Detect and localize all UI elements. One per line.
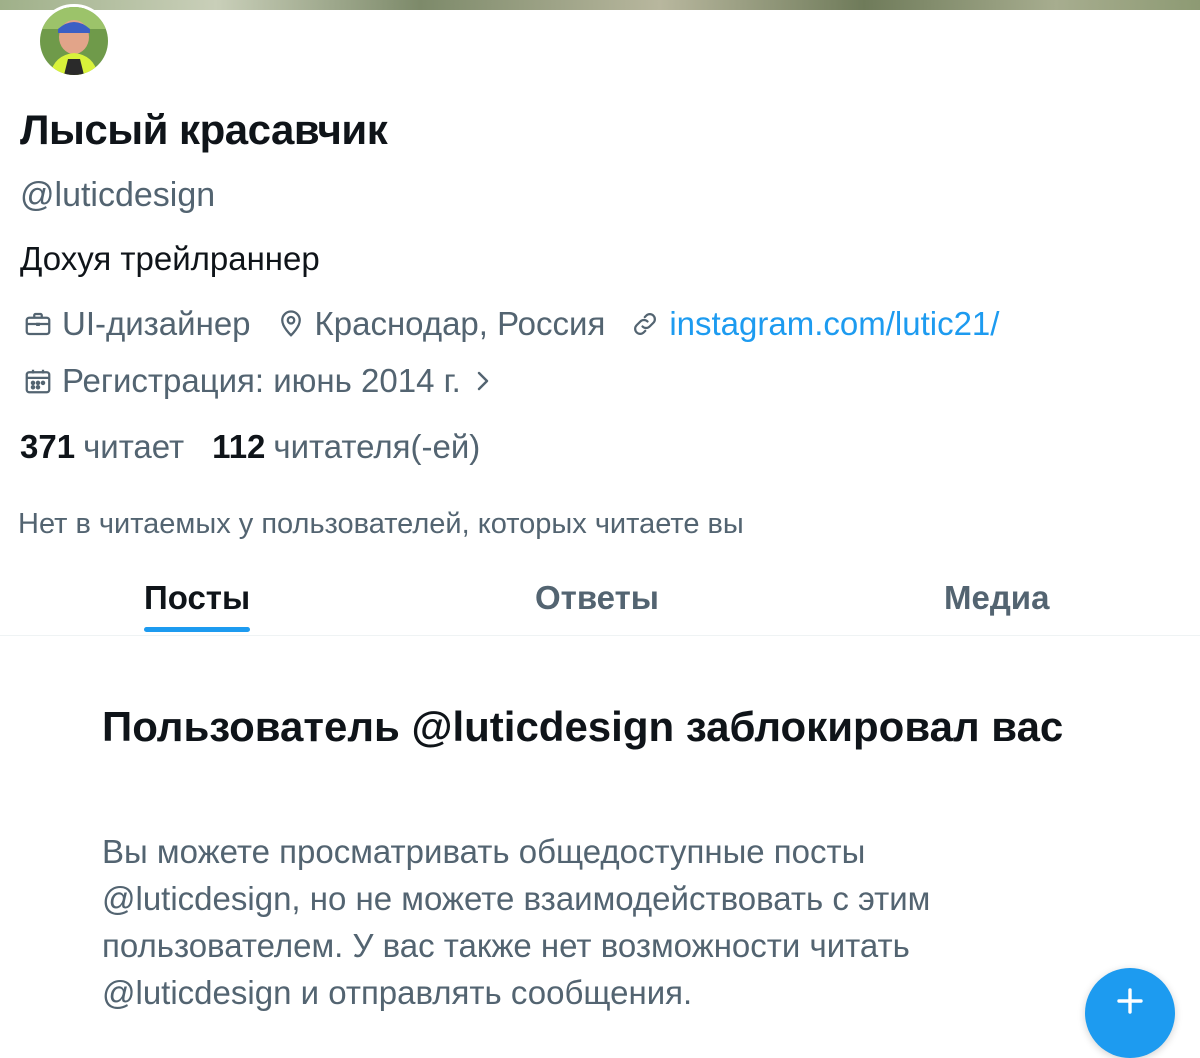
user-bio: Дохуя трейлраннер <box>20 240 320 277</box>
profession-label: UI-дизайнер <box>62 305 251 342</box>
followers-label: читателя(-ей) <box>273 428 481 465</box>
blocked-message: Вы можете просматривать общедоступные по… <box>102 833 931 1011</box>
following-stat[interactable]: 371 читает <box>20 428 184 466</box>
display-name: Лысый красавчик <box>20 106 388 153</box>
website-link[interactable]: instagram.com/lutic21/ <box>669 305 999 343</box>
chevron-right-icon <box>475 366 497 396</box>
tab-replies-label: Ответы <box>535 579 659 616</box>
link-icon <box>627 306 663 342</box>
followers-you-know-text: Нет в читаемых у пользователей, которых … <box>18 508 744 540</box>
plus-icon <box>1115 986 1145 1058</box>
join-date-row[interactable]: Регистрация: июнь 2014 г. <box>20 362 497 400</box>
user-handle: @luticdesign <box>20 176 216 214</box>
tab-posts[interactable]: Посты <box>144 579 251 632</box>
avatar[interactable] <box>37 4 111 78</box>
followers-count: 112 <box>212 428 266 465</box>
joined-item[interactable]: Регистрация: июнь 2014 г. <box>20 362 497 400</box>
website-item[interactable]: instagram.com/lutic21/ <box>627 305 999 343</box>
tab-replies[interactable]: Ответы <box>535 579 659 617</box>
following-label: читает <box>83 428 185 465</box>
profile-meta-row: UI-дизайнер Краснодар, Россия instagram.… <box>20 305 1021 343</box>
tab-media-label: Медиа <box>944 579 1050 616</box>
tab-media[interactable]: Медиа <box>944 579 1049 617</box>
location-item: Краснодар, Россия <box>273 305 606 343</box>
map-pin-icon <box>273 306 309 342</box>
compose-fab-button[interactable] <box>1085 968 1175 1058</box>
follow-stats: 371 читает 112 читателя(-ей) <box>20 428 508 466</box>
followers-stat[interactable]: 112 читателя(-ей) <box>212 428 480 466</box>
briefcase-icon <box>20 306 56 342</box>
profile-banner[interactable] <box>0 0 1200 10</box>
following-count: 371 <box>20 428 76 465</box>
location-label: Краснодар, Россия <box>314 305 606 342</box>
joined-label: Регистрация: июнь 2014 г. <box>62 362 461 399</box>
tab-posts-label: Посты <box>144 579 251 616</box>
blocked-title: Пользователь @luticdesign заблокировал в… <box>102 703 1064 750</box>
profile-tabs: Посты Ответы Медиа <box>0 565 1200 636</box>
profession-item: UI-дизайнер <box>20 305 251 343</box>
calendar-icon <box>20 363 56 399</box>
active-tab-indicator <box>144 627 251 632</box>
